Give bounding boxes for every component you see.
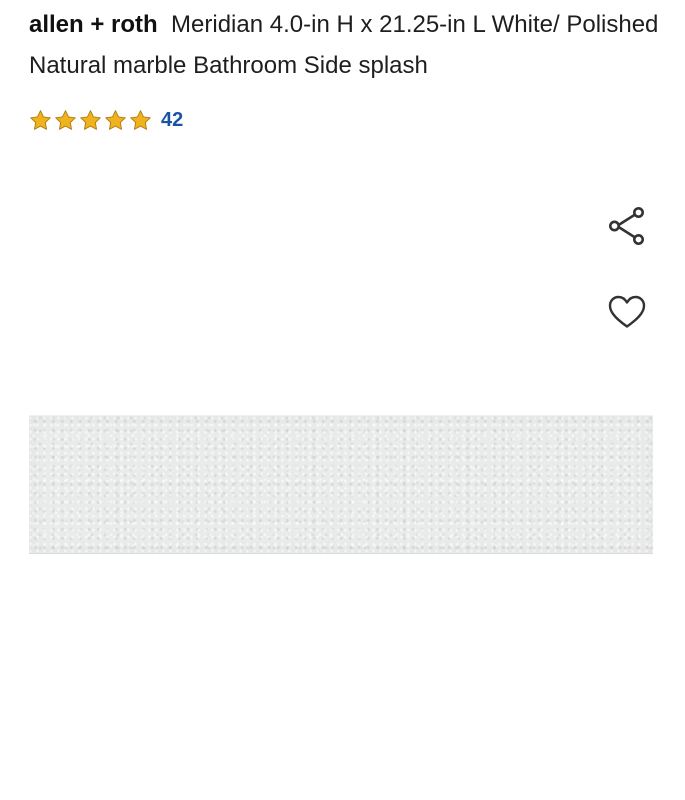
star-icon [55, 109, 76, 130]
product-brand: allen + roth [29, 11, 158, 38]
rating-summary[interactable]: 42 [29, 106, 183, 134]
review-count-link[interactable]: 42 [161, 109, 183, 132]
star-icon [30, 109, 51, 130]
share-icon [609, 207, 644, 245]
star-icon [105, 109, 126, 130]
heart-icon [608, 295, 646, 328]
star-rating [29, 109, 152, 132]
star-icon [80, 109, 101, 130]
share-button[interactable] [605, 204, 649, 248]
product-title: allen + roth Meridian 4.0-in H x 21.25-i… [29, 4, 659, 86]
star-icon [130, 109, 151, 130]
product-image-side-splash[interactable] [29, 415, 653, 554]
favorite-button[interactable] [605, 290, 649, 334]
